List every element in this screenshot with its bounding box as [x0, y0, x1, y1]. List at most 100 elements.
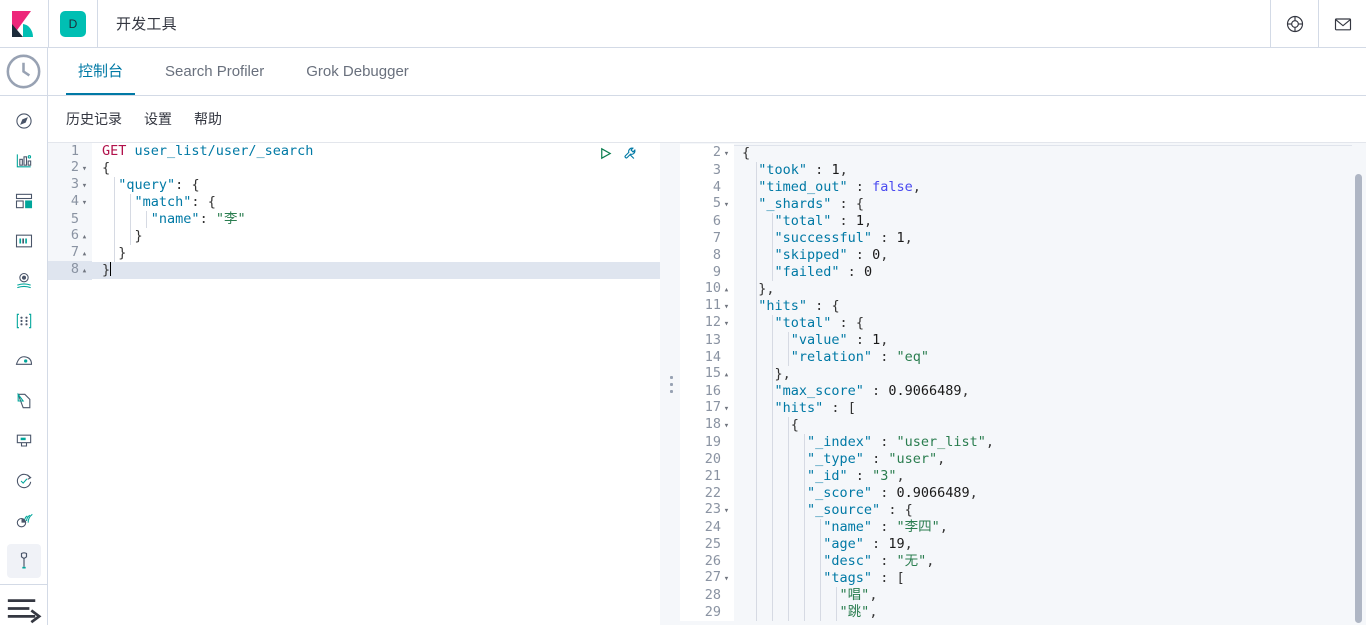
sidebar-item-canvas[interactable] [7, 224, 41, 258]
token-brace: } [134, 228, 143, 244]
editor-line[interactable]: 2 ▾{ [48, 159, 660, 178]
editor-line[interactable]: 4 ▾ "match": { [48, 193, 660, 212]
fold-toggle-icon[interactable]: ▾ [721, 316, 732, 333]
submenu-help[interactable]: 帮助 [194, 109, 222, 129]
editor-line[interactable]: 22 "_score" : 0.9066489, [680, 485, 1338, 502]
editor-line[interactable]: 2 ▾{ [680, 144, 1338, 163]
tab-search-profiler[interactable]: Search Profiler [153, 48, 276, 95]
editor-line[interactable]: 7 "successful" : 1, [680, 230, 1338, 247]
token-punc: , [969, 485, 978, 501]
console-body: 1 GET user_list/user/_search 2 ▾{3 ▾ "query"… [48, 143, 1366, 625]
editor-line[interactable]: 25 "age" : 19, [680, 536, 1338, 553]
editor-line[interactable]: 7 ▴ } [48, 244, 660, 263]
editor-line[interactable]: 26 "desc" : "无", [680, 553, 1338, 570]
sidebar-item-discover[interactable] [7, 104, 41, 138]
token-key: "_score" [807, 485, 873, 501]
pane-resize-handle[interactable] [662, 143, 680, 625]
editor-line[interactable]: 17 ▾ "hits" : [ [680, 399, 1338, 418]
fold-toggle-icon[interactable]: ▴ [721, 367, 732, 384]
editor-line[interactable]: 8 ▴} [48, 261, 660, 280]
editor-line[interactable]: 3 ▾ "query": { [48, 176, 660, 195]
editor-line[interactable]: 21 "_id" : "3", [680, 468, 1338, 485]
editor-line[interactable]: 14 "relation" : "eq" [680, 349, 1338, 366]
editor-line[interactable]: 5 "name": "李" [48, 211, 660, 228]
response-scrollbar[interactable] [1355, 145, 1362, 623]
wrench-icon[interactable] [623, 146, 638, 161]
sidebar-item-dev-tools[interactable] [6, 544, 41, 578]
sidebar-item-logs[interactable] [7, 384, 41, 418]
editor-line[interactable]: 24 "name" : "李四", [680, 519, 1338, 536]
editor-line[interactable]: 15 ▴ }, [680, 365, 1338, 384]
editor-line[interactable]: 19 "_index" : "user_list", [680, 434, 1338, 451]
indent-guide [756, 502, 757, 519]
editor-line[interactable]: 6 ▴ } [48, 227, 660, 246]
editor-line[interactable]: 5 ▾ "_shards" : { [680, 195, 1338, 214]
code-text: "hits" : [ [734, 400, 1338, 417]
response-editor-lines[interactable]: 2 ▾{3 "took" : 1, 4 "timed_out" : false, 5 ▾… [680, 144, 1338, 621]
editor-line[interactable]: 6 "total" : 1, [680, 213, 1338, 230]
fold-toggle-icon[interactable]: ▾ [721, 146, 732, 163]
editor-line[interactable]: 12 ▾ "total" : { [680, 314, 1338, 333]
editor-line[interactable]: 8 "skipped" : 0, [680, 247, 1338, 264]
editor-line[interactable]: 3 "took" : 1, [680, 162, 1338, 179]
token-key: "_shards" [758, 196, 832, 212]
editor-line[interactable]: 29 "跳", [680, 604, 1338, 621]
help-button[interactable] [1270, 0, 1318, 47]
editor-line[interactable]: 27 ▾ "tags" : [ [680, 569, 1338, 588]
token-punc: : [807, 298, 832, 314]
kibana-logo-button[interactable] [0, 0, 49, 47]
editor-line[interactable]: 11 ▾ "hits" : { [680, 297, 1338, 316]
token-punc: : [175, 177, 192, 193]
tab-grok-debugger[interactable]: Grok Debugger [294, 48, 421, 95]
fold-toggle-icon[interactable]: ▾ [721, 503, 732, 520]
token-brace: { [191, 177, 200, 193]
code-text: "took" : 1, [734, 162, 1338, 179]
editor-line[interactable]: 9 "failed" : 0 [680, 264, 1338, 281]
fold-toggle-icon[interactable]: ▾ [79, 195, 90, 212]
editor-line[interactable]: 13 "value" : 1, [680, 332, 1338, 349]
sidebar-item-visualize[interactable] [7, 144, 41, 178]
fold-toggle-icon[interactable]: ▴ [79, 263, 90, 280]
response-scrollbar-thumb[interactable] [1355, 174, 1362, 623]
sidebar-item-dashboard[interactable] [7, 184, 41, 218]
indent-guide [756, 587, 757, 604]
fold-toggle-icon[interactable]: ▾ [721, 197, 732, 214]
submenu-history[interactable]: 历史记录 [66, 109, 122, 129]
editor-line[interactable]: 20 "_type" : "user", [680, 451, 1338, 468]
fold-toggle-icon[interactable]: ▾ [721, 571, 732, 588]
editor-line[interactable]: 23 ▾ "_source" : { [680, 501, 1338, 520]
sidebar-item-machine-learning[interactable] [7, 304, 41, 338]
response-editor[interactable]: 2 ▾{3 "took" : 1, 4 "timed_out" : false, 5 ▾… [680, 143, 1366, 625]
sidebar-item-siem[interactable] [7, 504, 41, 538]
response-pane: 2 ▾{3 "took" : 1, 4 "timed_out" : false, 5 ▾… [680, 143, 1366, 625]
request-editor-lines[interactable]: 1 GET user_list/user/_search 2 ▾{3 ▾ "query"… [48, 143, 660, 280]
indent-guide [788, 451, 789, 468]
newsfeed-button[interactable] [1318, 0, 1366, 47]
token-punc: : [872, 230, 897, 246]
sidebar-item-uptime[interactable] [7, 464, 41, 498]
submenu-settings[interactable]: 设置 [144, 109, 172, 129]
editor-line[interactable]: 1 GET user_list/user/_search [48, 143, 660, 160]
editor-line[interactable]: 4 "timed_out" : false, [680, 179, 1338, 196]
play-triangle-icon[interactable] [598, 146, 613, 161]
dashboard-icon [15, 193, 32, 209]
token-brace: { [855, 196, 864, 212]
token-punc: : [863, 536, 889, 552]
code-text: }, [734, 366, 1338, 383]
editor-line[interactable]: 10 ▴ }, [680, 280, 1338, 299]
editor-line[interactable]: 16 "max_score" : 0.9066489, [680, 383, 1338, 400]
recently-viewed-button[interactable] [0, 48, 47, 96]
sidebar-item-metrics[interactable] [7, 424, 41, 458]
sidebar-item-apm[interactable] [7, 344, 41, 378]
indent-guide [788, 485, 789, 502]
tab-console[interactable]: 控制台 [66, 48, 136, 95]
envelope-icon [1334, 17, 1351, 30]
sidebar-item-maps[interactable] [7, 264, 41, 298]
request-editor[interactable]: 1 GET user_list/user/_search 2 ▾{3 ▾ "query"… [48, 143, 662, 625]
fold-toggle-icon[interactable]: ▾ [721, 418, 732, 435]
editor-line[interactable]: 18 ▾ { [680, 416, 1338, 435]
editor-line[interactable]: 28 "唱", [680, 587, 1338, 604]
space-avatar-button[interactable]: D [49, 0, 98, 47]
